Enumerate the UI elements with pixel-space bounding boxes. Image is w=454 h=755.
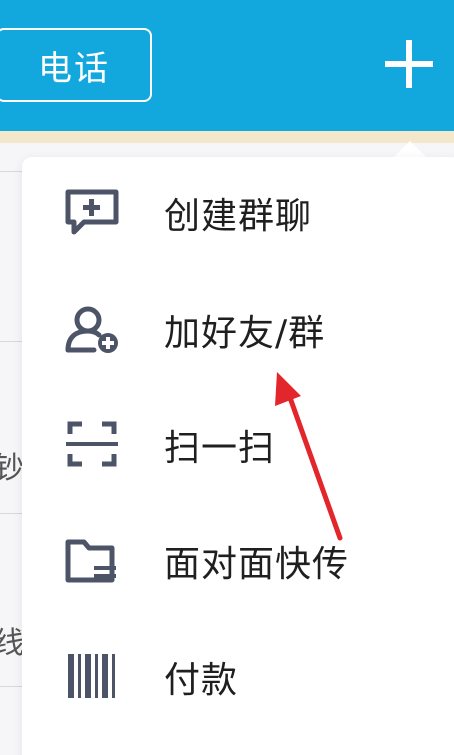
barcode-icon	[68, 654, 115, 698]
tab-phone-label: 电话	[38, 48, 110, 89]
bg-partial-text: 线	[0, 626, 24, 661]
menu-item-scan[interactable]: 扫一扫	[22, 389, 454, 499]
menu-label: 创建群聊	[164, 196, 313, 237]
menu-item-create-group-chat[interactable]: 创建群聊	[22, 157, 454, 267]
menu-label: 付款	[164, 660, 239, 701]
menu-item-add-friend-group[interactable]: 加好友/群	[22, 274, 454, 384]
scan-icon	[66, 421, 118, 467]
menu-label: 扫一扫	[164, 428, 276, 469]
chat-plus-icon	[65, 189, 119, 235]
add-user-icon	[65, 306, 118, 353]
tab-phone[interactable]: 电话	[0, 28, 152, 102]
menu-label: 加好友/群	[164, 313, 326, 354]
plus-icon[interactable]	[381, 36, 437, 92]
header-strip	[0, 131, 454, 143]
menu-item-face-to-face-transfer[interactable]: 面对面快传	[22, 505, 454, 615]
folder-transfer-icon	[65, 539, 116, 583]
menu-item-payment[interactable]: 付款	[22, 621, 454, 731]
menu-label: 面对面快传	[164, 544, 350, 585]
top-header-bar: 电话	[0, 0, 454, 131]
bg-partial-text: 钞	[0, 451, 24, 486]
